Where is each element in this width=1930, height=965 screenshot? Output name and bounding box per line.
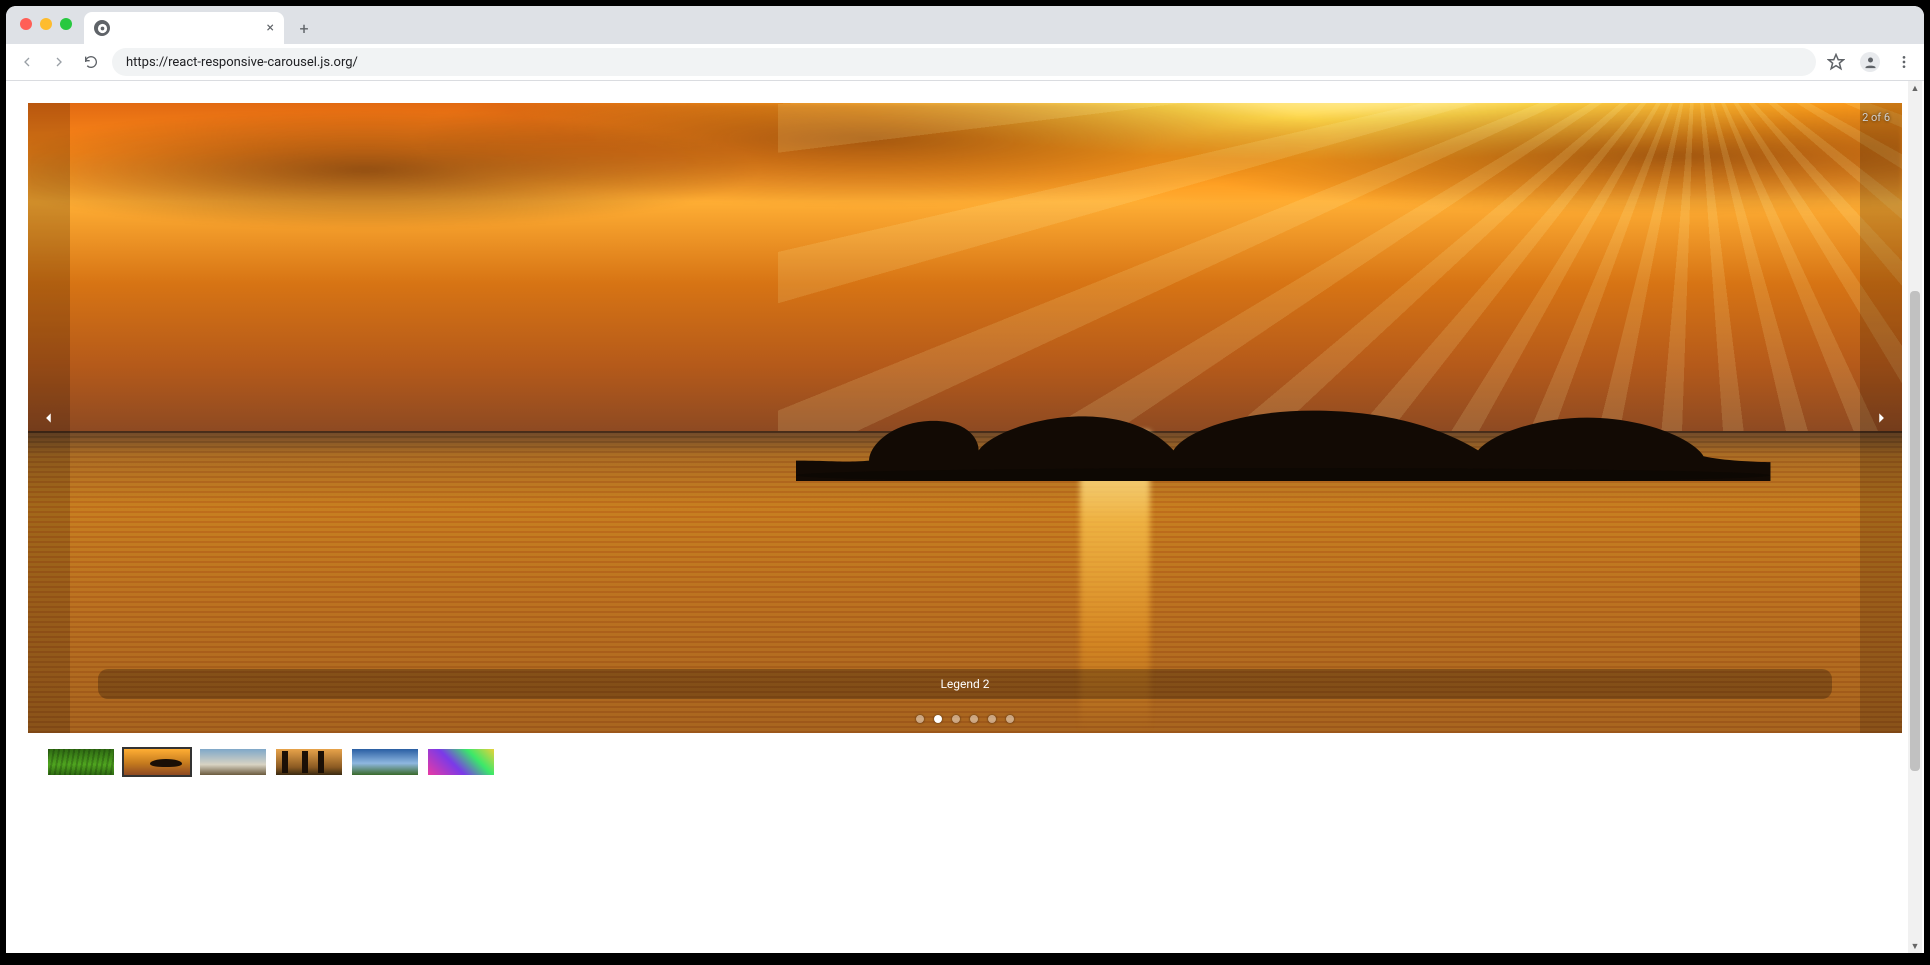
new-tab-button[interactable]: + [290,14,318,42]
carousel-thumb-5[interactable] [350,747,420,777]
carousel-main-slide: 2 of 6 Legend 2 [28,103,1902,733]
carousel-thumb-3[interactable] [198,747,268,777]
carousel-prev-button[interactable] [28,103,70,733]
address-bar[interactable]: https://react-responsive-carousel.js.org… [112,48,1816,76]
window-maximize-button[interactable] [60,18,72,30]
profile-avatar-icon[interactable] [1860,52,1880,72]
tab-close-icon[interactable]: × [267,20,274,36]
toolbar-right [1826,52,1914,72]
island-silhouette [796,393,1770,481]
carousel-dots [28,715,1902,723]
carousel-thumb-4[interactable] [274,747,344,777]
carousel-dot-6[interactable] [1006,715,1014,723]
carousel: 2 of 6 Legend 2 [28,103,1902,777]
page-viewport[interactable]: 2 of 6 Legend 2 [6,81,1924,953]
carousel-thumb-1[interactable] [46,747,116,777]
tab-strip: × + [6,6,1924,44]
window-close-button[interactable] [20,18,32,30]
address-bar-url: https://react-responsive-carousel.js.org… [126,55,358,70]
carousel-thumb-6[interactable] [426,747,496,777]
scrollbar-down-icon[interactable]: ▼ [1908,939,1922,953]
browser-window: × + https://react-responsive-carousel.js… [6,6,1924,953]
browser-tab[interactable]: × [84,12,284,44]
carousel-legend: Legend 2 [98,669,1832,699]
browser-toolbar: https://react-responsive-carousel.js.org… [6,44,1924,81]
carousel-dot-2[interactable] [934,715,942,723]
forward-button[interactable] [48,51,70,73]
slide-image-sunset [28,103,1902,733]
back-button[interactable] [16,51,38,73]
carousel-dot-5[interactable] [988,715,996,723]
carousel-dot-4[interactable] [970,715,978,723]
scrollbar-thumb[interactable] [1910,291,1920,771]
carousel-dot-3[interactable] [952,715,960,723]
vertical-scrollbar[interactable]: ▲ ▼ [1908,81,1922,953]
carousel-next-button[interactable] [1860,103,1902,733]
carousel-dot-1[interactable] [916,715,924,723]
window-controls [20,18,72,30]
carousel-thumbnails [28,747,1902,777]
kebab-menu-icon[interactable] [1894,52,1914,72]
scrollbar-up-icon[interactable]: ▲ [1908,81,1922,95]
carousel-thumb-2[interactable] [122,747,192,777]
page-content: 2 of 6 Legend 2 [6,81,1924,837]
tab-favicon [94,20,110,36]
window-minimize-button[interactable] [40,18,52,30]
bookmark-star-icon[interactable] [1826,52,1846,72]
reload-button[interactable] [80,51,102,73]
